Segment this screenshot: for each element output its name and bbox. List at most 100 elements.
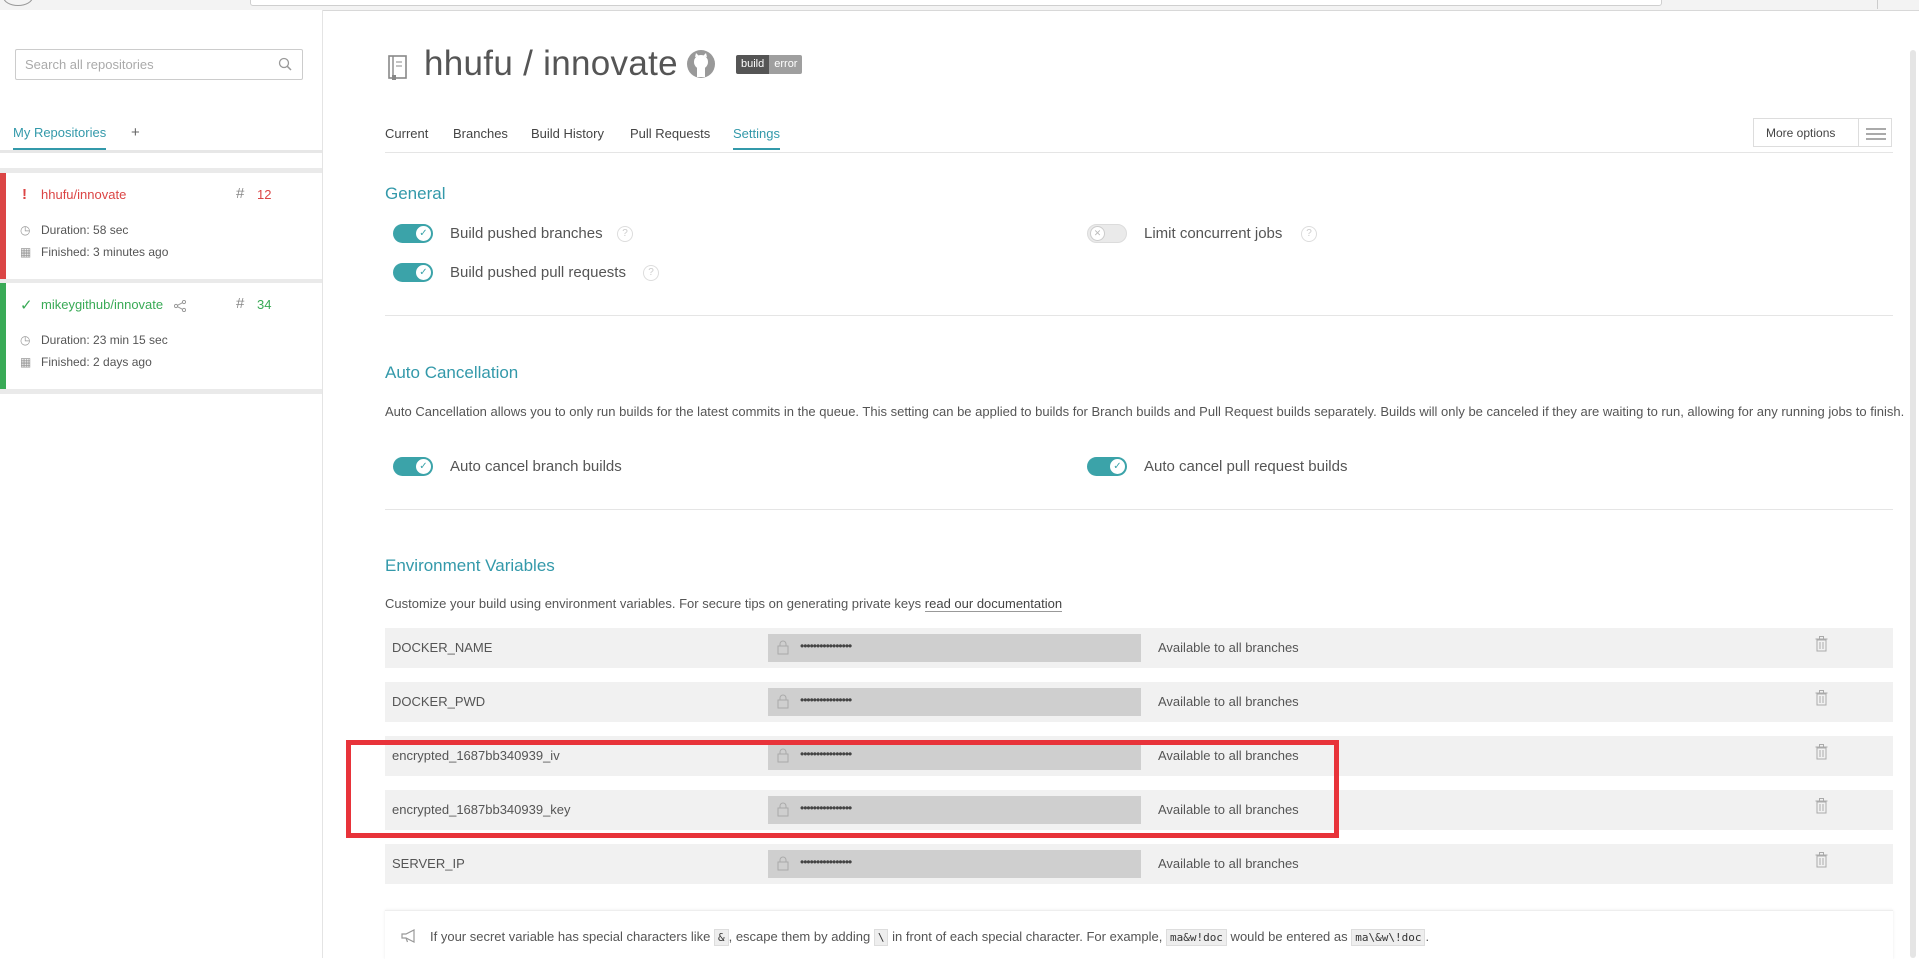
lock-icon xyxy=(777,856,789,876)
more-options-button[interactable]: More options xyxy=(1753,118,1892,147)
repo-item-hhufu-innovate[interactable]: ! hhufu/innovate # 12 ◷ Duration: 58 sec … xyxy=(0,173,322,279)
page-title: hhufu / innovate xyxy=(424,44,678,83)
build-pushed-prs-toggle[interactable]: ✓ xyxy=(393,263,433,282)
build-pushed-branches-label: Build pushed branches xyxy=(450,225,603,242)
build-pushed-branches-toggle[interactable]: ✓ xyxy=(393,224,433,243)
limit-concurrent-jobs-toggle[interactable]: ✕ xyxy=(1087,224,1127,243)
env-vars-description-text: Customize your build using environment v… xyxy=(385,596,925,611)
lock-icon xyxy=(777,694,789,714)
env-var-row: DOCKER_NAME •••••••••••••••• Available t… xyxy=(385,628,1893,668)
search-input[interactable]: Search all repositories xyxy=(15,49,303,80)
repo-item-mikeygithub-innovate[interactable]: ✓ mikeygithub/innovate # 34 ◷ Duration: 2… xyxy=(0,283,322,389)
section-divider xyxy=(385,509,1893,510)
env-var-scope: Available to all branches xyxy=(1158,856,1299,871)
build-duration: Duration: 58 sec xyxy=(41,223,129,237)
env-var-scope: Available to all branches xyxy=(1158,640,1299,655)
env-var-value: •••••••••••••••• xyxy=(768,850,1141,878)
trash-icon[interactable] xyxy=(1815,852,1828,873)
section-title-auto-cancellation: Auto Cancellation xyxy=(385,363,519,382)
clock-icon: ◷ xyxy=(20,223,31,237)
badge-label: build xyxy=(736,55,770,74)
repository-icon xyxy=(386,55,408,86)
check-icon: ✓ xyxy=(1110,459,1125,474)
browser-button[interactable] xyxy=(3,0,33,6)
trash-icon[interactable] xyxy=(1815,690,1828,711)
lock-icon xyxy=(777,640,789,660)
x-icon: ✕ xyxy=(1090,226,1105,241)
search-icon[interactable] xyxy=(278,57,292,76)
note-text-3: in front of each special character. For … xyxy=(888,929,1166,944)
auto-cancel-pr-label: Auto cancel pull request builds xyxy=(1144,458,1348,475)
section-title-general: General xyxy=(385,184,446,203)
sidebar-divider xyxy=(0,150,322,153)
tabs-divider xyxy=(385,152,1893,153)
check-icon: ✓ xyxy=(416,265,431,280)
badge-status: error xyxy=(769,55,803,74)
build-number[interactable]: 12 xyxy=(257,187,271,202)
hash-icon: # xyxy=(236,295,245,312)
limit-concurrent-jobs-label: Limit concurrent jobs xyxy=(1144,225,1283,242)
env-var-row: SERVER_IP •••••••••••••••• Available to … xyxy=(385,844,1893,884)
tab-current[interactable]: Current xyxy=(385,126,428,141)
masked-value: •••••••••••••••• xyxy=(800,639,852,653)
calendar-icon: ▦ xyxy=(20,355,32,369)
tab-pull-requests[interactable]: Pull Requests xyxy=(630,126,710,141)
help-icon[interactable]: ? xyxy=(643,265,659,281)
menu-icon xyxy=(1866,127,1886,145)
more-options-label: More options xyxy=(1766,126,1836,140)
note-text-1: If your secret variable has special char… xyxy=(430,929,714,944)
github-icon[interactable] xyxy=(686,49,716,84)
tab-settings[interactable]: Settings xyxy=(733,126,780,150)
special-characters-note: If your secret variable has special char… xyxy=(385,910,1893,959)
trash-icon[interactable] xyxy=(1815,744,1828,765)
status-bar xyxy=(0,173,6,279)
env-var-value: •••••••••••••••• xyxy=(768,634,1141,662)
note-text-5: . xyxy=(1425,929,1430,944)
check-icon: ✓ xyxy=(20,297,33,314)
highlight-box xyxy=(346,740,1339,838)
list-separator xyxy=(0,389,322,394)
tab-my-repositories[interactable]: My Repositories xyxy=(13,125,107,150)
build-finished: Finished: 2 days ago xyxy=(41,355,152,369)
repo-name[interactable]: mikeygithub/innovate xyxy=(41,297,163,312)
documentation-link[interactable]: read our documentation xyxy=(924,596,1063,612)
check-icon: ✓ xyxy=(416,459,431,474)
env-vars-description: Customize your build using environment v… xyxy=(385,596,1063,612)
toolbar-divider xyxy=(1877,0,1878,9)
build-number[interactable]: 34 xyxy=(257,297,271,312)
env-var-name: DOCKER_PWD xyxy=(392,694,486,709)
auto-cancellation-description: Auto Cancellation allows you to only run… xyxy=(385,404,1905,419)
auto-cancel-branch-toggle[interactable]: ✓ xyxy=(393,457,433,476)
trash-icon[interactable] xyxy=(1815,636,1828,657)
clock-icon: ◷ xyxy=(20,333,31,347)
scrollbar[interactable] xyxy=(1910,50,1916,958)
auto-cancel-branch-label: Auto cancel branch builds xyxy=(450,458,622,475)
hash-icon: # xyxy=(236,185,245,202)
env-var-value: •••••••••••••••• xyxy=(768,688,1141,716)
auto-cancel-pr-toggle[interactable]: ✓ xyxy=(1087,457,1127,476)
error-icon: ! xyxy=(22,186,27,203)
section-title-env-vars: Environment Variables xyxy=(385,556,555,575)
tab-build-history[interactable]: Build History xyxy=(531,126,604,141)
note-text-2: , escape them by adding xyxy=(728,929,874,944)
trash-icon[interactable] xyxy=(1815,798,1828,819)
code-example: ma&w!doc xyxy=(1165,929,1227,946)
address-bar[interactable] xyxy=(250,0,1662,6)
env-var-name: DOCKER_NAME xyxy=(392,640,493,655)
button-divider xyxy=(1858,119,1859,146)
megaphone-icon xyxy=(401,929,419,948)
calendar-icon: ▦ xyxy=(20,245,32,259)
search-placeholder: Search all repositories xyxy=(25,57,154,72)
note-text: If your secret variable has special char… xyxy=(430,929,1430,946)
add-repository-tab[interactable]: + xyxy=(131,124,140,141)
build-pushed-prs-label: Build pushed pull requests xyxy=(450,264,626,281)
help-icon[interactable]: ? xyxy=(1301,226,1317,242)
status-bar xyxy=(0,283,6,389)
code-backslash: \ xyxy=(873,929,889,946)
build-status-badge[interactable]: build error xyxy=(736,55,803,74)
repo-name[interactable]: hhufu/innovate xyxy=(41,187,126,202)
check-icon: ✓ xyxy=(416,226,431,241)
tab-branches[interactable]: Branches xyxy=(453,126,508,141)
help-icon[interactable]: ? xyxy=(617,226,633,242)
build-duration: Duration: 23 min 15 sec xyxy=(41,333,168,347)
